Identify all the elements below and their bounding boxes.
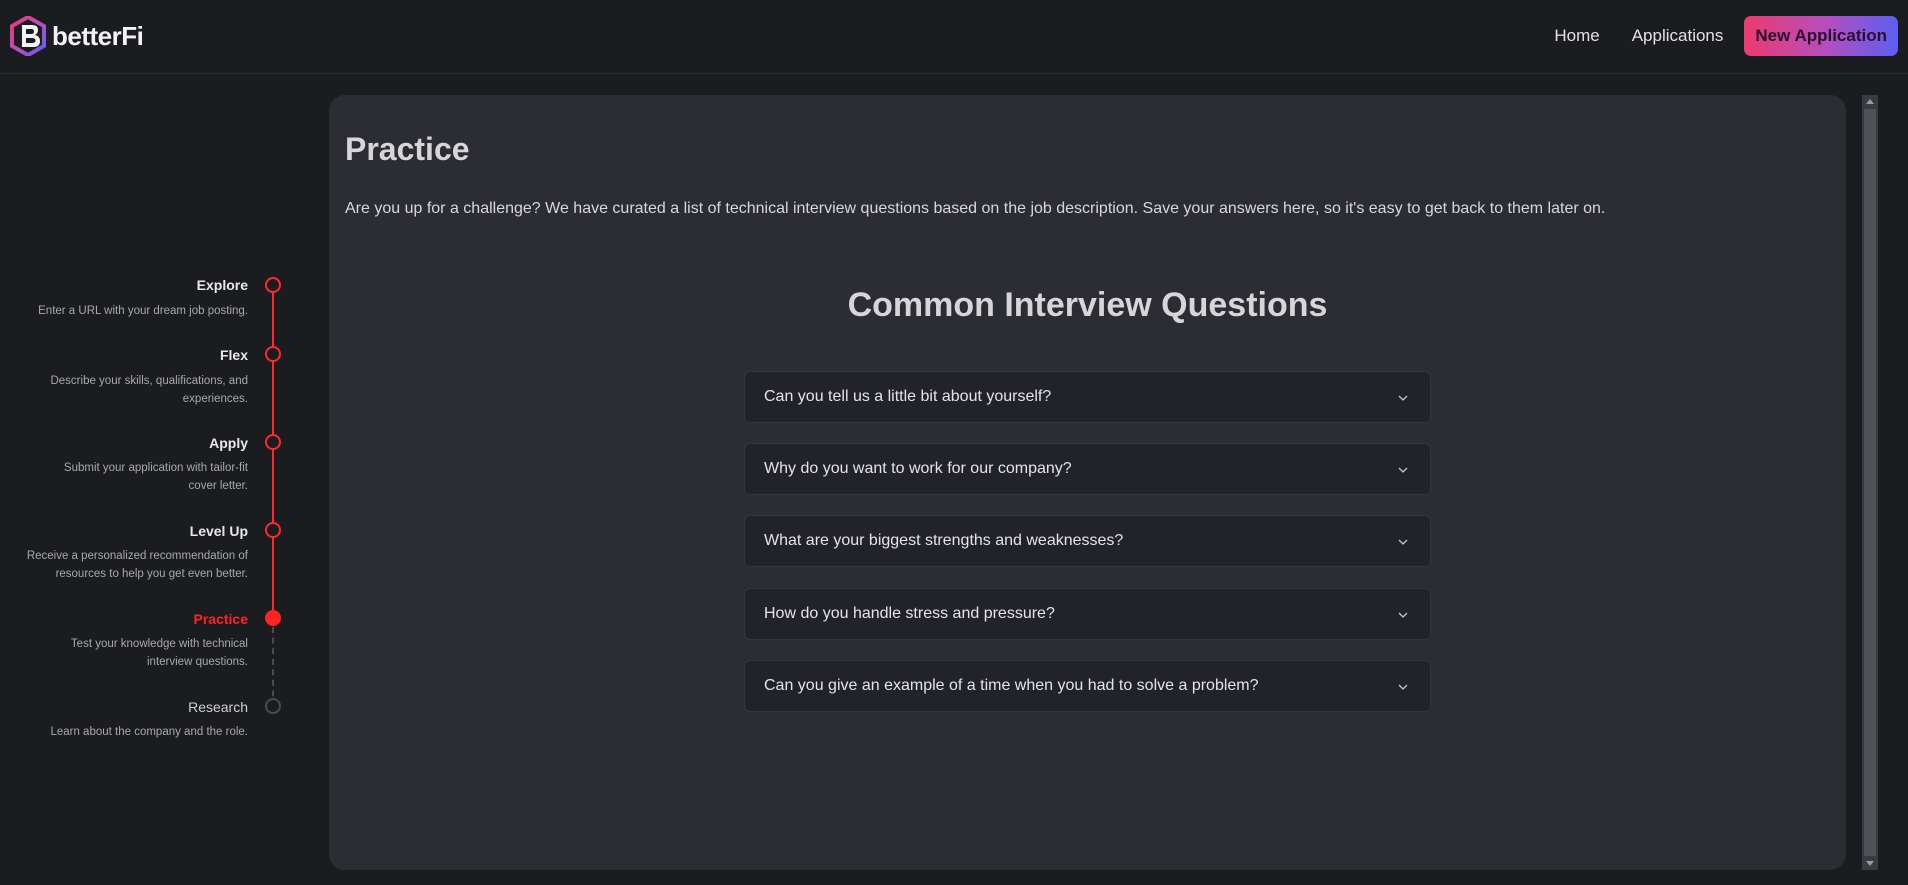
nav-home-link[interactable]: Home [1538,26,1615,46]
step-apply-dot[interactable] [265,434,281,450]
question-text: Can you give an example of a time when y… [764,677,1259,694]
question-text: How do you handle stress and pressure? [764,605,1055,622]
stepper-line-pending [272,627,274,707]
vertical-scrollbar[interactable] [1862,95,1878,870]
section-title: Common Interview Questions [847,286,1328,324]
step-research-title[interactable]: Research [188,699,248,715]
step-explore-title[interactable]: Explore [197,277,248,293]
question-text: Can you tell us a little bit about yours… [764,388,1052,405]
question-text: Why do you want to work for our company? [764,460,1072,477]
step-level-up-title[interactable]: Level Up [190,523,248,539]
question-accordion-item[interactable]: Can you give an example of a time when y… [744,660,1431,712]
step-flex-dot[interactable] [265,346,281,362]
question-accordion-item[interactable]: What are your biggest strengths and weak… [744,515,1431,567]
step-explore-dot[interactable] [265,277,281,293]
stepper-line-completed [272,293,274,618]
chevron-down-icon [1398,684,1408,690]
step-practice-dot[interactable] [265,610,281,626]
chevron-down-icon [1398,395,1408,401]
step-explore-desc: Enter a URL with your dream job posting. [38,305,248,317]
step-apply-desc: Submit your application with tailor-fit … [63,462,248,492]
step-level-up-dot[interactable] [265,522,281,538]
question-accordion-item[interactable]: Can you tell us a little bit about yours… [744,371,1431,423]
chevron-down-icon [1398,612,1408,618]
nav-links: Home Applications New Application [1538,16,1898,56]
question-text: What are your biggest strengths and weak… [764,532,1124,549]
new-application-button[interactable]: New Application [1744,16,1898,56]
chevron-down-icon [1398,539,1408,545]
page-intro-text: Are you up for a challenge? We have cura… [345,200,1606,217]
page-title: Practice [345,131,470,167]
step-flex-title[interactable]: Flex [220,347,248,363]
main-content-panel: Practice Are you up for a challenge? We … [329,95,1846,870]
scrollbar-thumb[interactable] [1864,109,1876,856]
step-level-up-desc: Receive a personalized recommendation of… [26,550,248,580]
step-practice-title[interactable]: Practice [194,611,248,627]
step-research-desc: Learn about the company and the role. [50,726,248,738]
step-apply-title[interactable]: Apply [209,435,248,451]
scroll-down-arrow-icon[interactable] [1866,861,1874,866]
question-accordion-item[interactable]: How do you handle stress and pressure? [744,588,1431,640]
nav-applications-link[interactable]: Applications [1616,26,1740,46]
progress-stepper: Explore Enter a URL with your dream job … [0,0,300,885]
step-practice-desc: Test your knowledge with technical inter… [70,638,248,668]
question-accordion-item[interactable]: Why do you want to work for our company? [744,443,1431,495]
step-research-dot[interactable] [265,698,281,714]
chevron-down-icon [1398,467,1408,473]
step-flex-desc: Describe your skills, qualifications, an… [50,375,248,405]
scroll-up-arrow-icon[interactable] [1866,99,1874,104]
